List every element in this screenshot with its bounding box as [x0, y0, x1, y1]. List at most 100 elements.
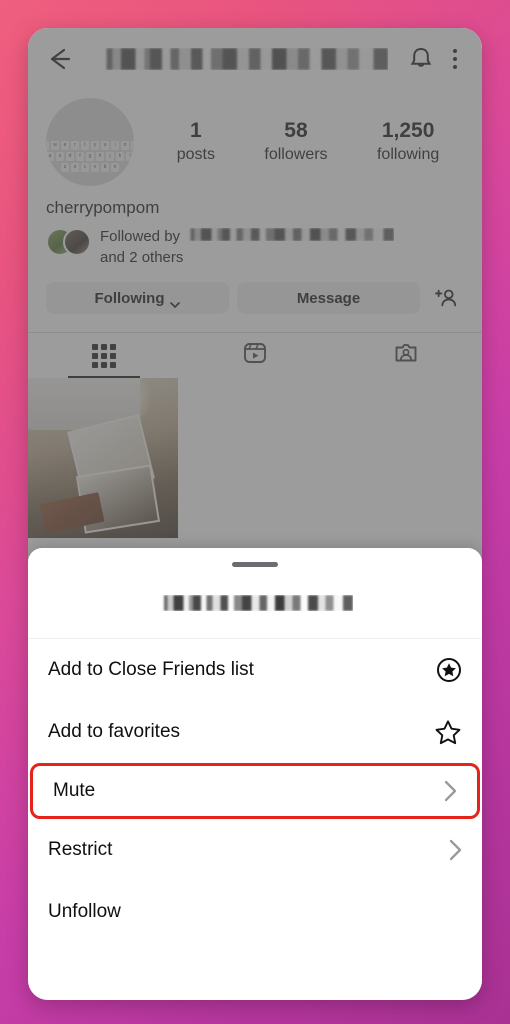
tab-reels[interactable]	[179, 333, 330, 378]
tab-tagged[interactable]	[331, 333, 482, 378]
tagged-icon	[393, 340, 419, 371]
menu-item-label: Restrict	[48, 839, 113, 860]
key: p	[131, 141, 134, 150]
profile-stats-row: qwertyuiop asdfghjkl zxcvbn 1 posts 58	[28, 90, 482, 186]
key: q	[46, 141, 49, 150]
tab-grid[interactable]	[28, 333, 179, 378]
followed-by-row[interactable]: Followed by and 2 others	[28, 218, 482, 268]
key: k	[116, 152, 124, 161]
mutual-names-blurred	[184, 228, 395, 241]
avatar[interactable]: qwertyuiop asdfghjkl zxcvbn	[46, 98, 134, 186]
message-button[interactable]: Message	[237, 282, 420, 314]
menu-item-add-to-favorites[interactable]: Add to favorites	[28, 701, 482, 763]
grid-cell	[109, 352, 116, 359]
menu-item-add-to-close-friends[interactable]: Add to Close Friends list	[28, 639, 482, 701]
dot	[453, 57, 457, 61]
keyboard-graphic: qwertyuiop asdfghjkl zxcvbn	[46, 141, 134, 172]
stats-group: 1 posts 58 followers 1,250 following	[134, 118, 464, 166]
key: l	[126, 152, 134, 161]
sheet-header	[28, 567, 482, 639]
blur-overlay	[184, 228, 395, 241]
bell-icon[interactable]	[408, 45, 434, 73]
key: v	[91, 163, 99, 172]
menu-item-unfollow[interactable]: Unfollow	[28, 881, 482, 943]
profile-fullname: cherrypompom	[46, 198, 160, 217]
followed-by-text: Followed by and 2 others	[100, 226, 464, 268]
followed-by-prefix: Followed by	[100, 228, 181, 245]
key: i	[111, 141, 119, 150]
menu-item-label: Add to favorites	[48, 721, 181, 742]
chevron-down-icon	[170, 295, 181, 308]
grid-cell	[91, 352, 98, 359]
phone-screen: qwertyuiop asdfghjkl zxcvbn 1 posts 58	[28, 28, 482, 1000]
following-label: following	[376, 146, 440, 163]
following-button-label: Following	[94, 289, 165, 307]
three-dots-icon[interactable]	[444, 46, 466, 72]
dot	[453, 49, 457, 53]
profile-action-buttons: Following Message	[28, 268, 482, 314]
stat-followers[interactable]: 58 followers	[264, 118, 327, 166]
grid-icon	[91, 343, 116, 368]
grid-cell	[109, 361, 116, 368]
key: z	[61, 163, 69, 172]
key: w	[51, 141, 59, 150]
key: a	[46, 152, 54, 161]
sheet-title-blurred	[157, 594, 353, 611]
key: h	[96, 152, 104, 161]
blur-overlay	[157, 594, 353, 611]
mutual-avatars	[46, 228, 92, 258]
followers-label: followers	[264, 146, 328, 163]
blur-overlay	[98, 48, 388, 70]
menu-item-label: Mute	[53, 780, 96, 801]
grid-cell	[100, 352, 107, 359]
profile-username-blurred	[98, 48, 388, 70]
followed-by-suffix: and 2 others	[100, 249, 184, 266]
posts-label: posts	[176, 146, 215, 163]
menu-item-label: Unfollow	[48, 901, 121, 922]
menu-item-mute[interactable]: Mute	[30, 763, 480, 819]
key: r	[71, 141, 79, 150]
key: y	[91, 141, 99, 150]
reels-icon	[242, 340, 268, 371]
grid-cell	[100, 361, 107, 368]
keyboard-row: qwertyuiop	[46, 141, 134, 150]
keyboard-row: asdfghjkl	[46, 152, 134, 161]
keyboard-row: zxcvbn	[61, 163, 119, 172]
add-person-icon[interactable]	[428, 282, 464, 314]
chevron-right-icon	[444, 780, 457, 802]
star-outline-icon	[434, 719, 462, 746]
stat-following[interactable]: 1,250 following	[377, 118, 439, 166]
key: s	[56, 152, 64, 161]
key: d	[66, 152, 74, 161]
grid-cell	[109, 343, 116, 350]
profile-tabs	[28, 332, 482, 378]
post-grid	[28, 378, 482, 538]
grid-cell	[91, 361, 98, 368]
mutual-avatar	[63, 228, 91, 256]
menu-item-restrict[interactable]: Restrict	[28, 819, 482, 881]
sheet-menu: Add to Close Friends list Add to favorit…	[28, 639, 482, 943]
following-button[interactable]: Following	[46, 282, 229, 314]
stat-posts[interactable]: 1 posts	[177, 118, 215, 166]
key: u	[101, 141, 109, 150]
key: o	[121, 141, 129, 150]
back-arrow-icon[interactable]	[44, 44, 74, 74]
grid-cell	[91, 343, 98, 350]
key: c	[81, 163, 89, 172]
menu-item-label: Add to Close Friends list	[48, 659, 254, 680]
top-app-bar	[28, 28, 482, 90]
posts-count: 1	[190, 119, 202, 142]
key: n	[111, 163, 119, 172]
key: e	[61, 141, 69, 150]
key: x	[71, 163, 79, 172]
following-count: 1,250	[381, 119, 435, 142]
key: t	[81, 141, 89, 150]
key: b	[101, 163, 109, 172]
post-thumbnail[interactable]	[28, 378, 178, 538]
key: j	[106, 152, 114, 161]
followers-count: 58	[284, 119, 308, 142]
options-bottom-sheet: Add to Close Friends list Add to favorit…	[28, 548, 482, 1000]
dot	[453, 65, 457, 69]
key: f	[76, 152, 84, 161]
close-friends-star-icon	[436, 657, 462, 683]
